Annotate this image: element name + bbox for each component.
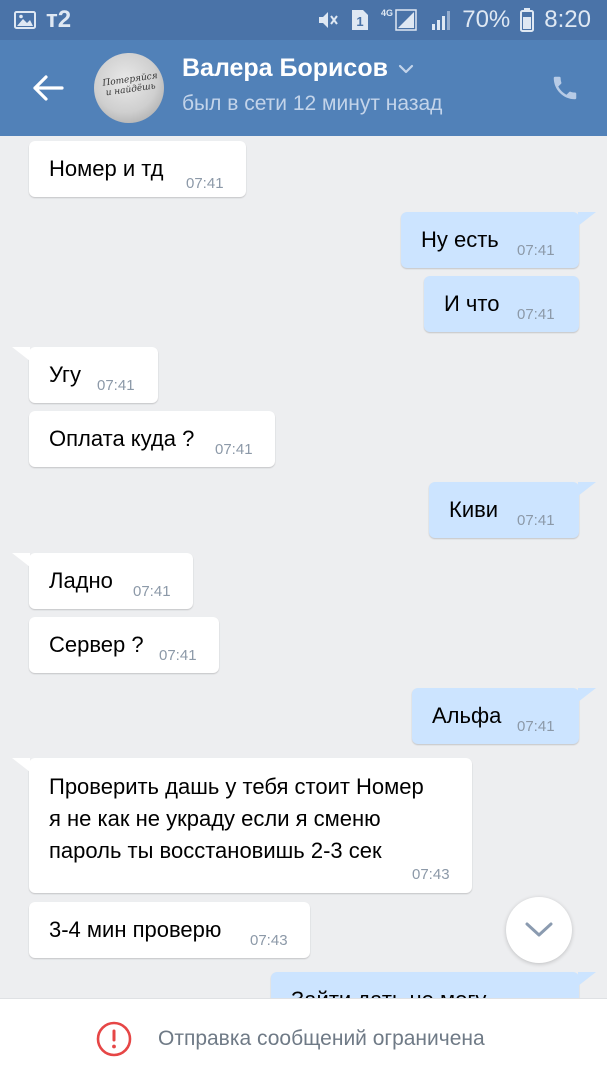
image-icon bbox=[14, 10, 36, 30]
message-outgoing[interactable]: Киви 07:41 bbox=[429, 482, 579, 538]
message-time: 07:41 bbox=[159, 647, 197, 664]
sim-label: 1 bbox=[357, 14, 364, 29]
message-text: Ну есть bbox=[421, 227, 499, 252]
mute-icon bbox=[316, 9, 340, 31]
message-text: Номер и тд bbox=[49, 156, 164, 181]
signal-icon bbox=[430, 9, 452, 31]
message-text: Киви bbox=[449, 497, 499, 522]
message-text: И что bbox=[444, 291, 500, 316]
contact-name[interactable]: Валера Борисов bbox=[182, 54, 414, 83]
scroll-to-bottom-button[interactable] bbox=[506, 897, 572, 963]
bubble-tail bbox=[578, 482, 596, 496]
message-incoming[interactable]: Угу 07:41 bbox=[29, 347, 158, 403]
restriction-bar: Отправка сообщений ограничена bbox=[0, 998, 607, 1081]
phone-icon bbox=[553, 76, 577, 100]
bubble-tail bbox=[578, 972, 596, 986]
bubble-tail bbox=[12, 553, 30, 567]
carrier-label: т2 bbox=[46, 6, 72, 33]
message-time: 07:41 bbox=[215, 441, 253, 458]
sim-1-icon: 1 bbox=[350, 8, 370, 32]
message-outgoing[interactable]: Зайти дать не могу bbox=[271, 972, 579, 998]
restriction-text: Отправка сообщений ограничена bbox=[158, 1027, 485, 1050]
last-seen-status: был в сети 12 минут назад bbox=[182, 92, 443, 115]
battery-percent: 70% bbox=[462, 6, 511, 33]
chevron-down-icon bbox=[398, 64, 414, 73]
bubble-tail bbox=[578, 688, 596, 702]
message-incoming[interactable]: Сервер ? 07:41 bbox=[29, 617, 219, 673]
message-text: Оплата куда ? bbox=[49, 426, 195, 451]
message-time: 07:43 bbox=[412, 866, 450, 883]
clock: 8:20 bbox=[544, 6, 591, 33]
status-bar: т2 1 4G 70% 8:20 bbox=[0, 0, 607, 40]
message-list[interactable]: Номер и тд 07:41 Ну есть 07:41 И что 07:… bbox=[0, 136, 607, 998]
message-outgoing[interactable]: И что 07:41 bbox=[424, 276, 579, 332]
message-time: 07:41 bbox=[97, 377, 135, 394]
contact-name-label: Валера Борисов bbox=[182, 54, 388, 82]
message-line: Проверить дашь у тебя стоит Номер bbox=[49, 774, 424, 799]
message-outgoing[interactable]: Ну есть 07:41 bbox=[401, 212, 579, 268]
bubble-tail bbox=[12, 347, 30, 361]
chat-header: Потеряйся и найдёшь Валера Борисов был в… bbox=[0, 40, 607, 136]
bubble-tail bbox=[12, 758, 30, 772]
message-text: Альфа bbox=[432, 703, 502, 728]
message-time: 07:41 bbox=[186, 175, 224, 192]
message-text: Ладно bbox=[49, 568, 113, 593]
alert-icon bbox=[96, 1021, 132, 1057]
message-incoming[interactable]: Проверить дашь у тебя стоит Номер я не к… bbox=[29, 758, 472, 893]
avatar-text: Потеряйся и найдёшь bbox=[101, 71, 159, 99]
message-incoming[interactable]: Номер и тд 07:41 bbox=[29, 141, 246, 197]
message-text: 3-4 мин проверю bbox=[49, 917, 222, 942]
avatar[interactable]: Потеряйся и найдёшь bbox=[94, 53, 164, 123]
call-button[interactable] bbox=[545, 68, 585, 108]
4g-signal-icon: 4G bbox=[380, 7, 420, 33]
message-time: 07:41 bbox=[133, 583, 171, 600]
message-line: я не как не украду если я сменю bbox=[49, 806, 381, 831]
message-text: Угу bbox=[49, 362, 82, 387]
chevron-down-icon bbox=[525, 922, 553, 937]
message-incoming[interactable]: 3-4 мин проверю 07:43 bbox=[29, 902, 310, 958]
network-label: 4G bbox=[381, 8, 393, 18]
bubble-tail bbox=[578, 212, 596, 226]
back-button[interactable] bbox=[24, 64, 72, 112]
message-time: 07:41 bbox=[517, 512, 555, 529]
message-outgoing[interactable]: Альфа 07:41 bbox=[412, 688, 579, 744]
battery-icon bbox=[520, 8, 535, 32]
arrow-left-icon bbox=[33, 75, 64, 101]
message-incoming[interactable]: Ладно 07:41 bbox=[29, 553, 193, 609]
message-time: 07:41 bbox=[517, 306, 555, 323]
message-incoming[interactable]: Оплата куда ? 07:41 bbox=[29, 411, 275, 467]
message-text: Зайти дать не могу bbox=[291, 984, 486, 998]
message-text: Сервер ? bbox=[49, 632, 144, 657]
message-time: 07:41 bbox=[517, 718, 555, 735]
message-time: 07:43 bbox=[250, 932, 288, 949]
message-time: 07:41 bbox=[517, 242, 555, 259]
message-line: пароль ты восстановишь 2-3 сек bbox=[49, 838, 382, 863]
